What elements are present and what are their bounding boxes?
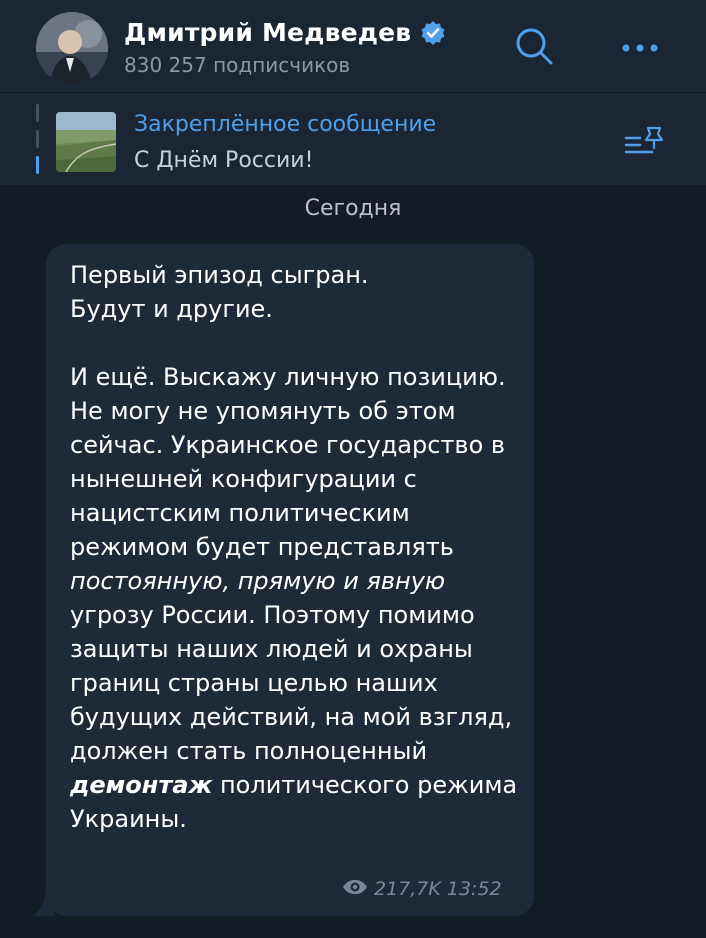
search-button[interactable] xyxy=(508,22,560,74)
pinned-thumbnail xyxy=(56,112,116,172)
pinned-indicator xyxy=(36,104,40,174)
date-separator: Сегодня xyxy=(304,196,402,221)
verified-badge-icon xyxy=(419,19,447,47)
message-text-segment: И ещё. Выскажу личную позицию. Не могу н… xyxy=(70,363,506,561)
more-dots-icon xyxy=(618,39,662,58)
avatar[interactable] xyxy=(36,12,108,84)
pinned-list-icon xyxy=(622,124,666,164)
views-eye-icon xyxy=(342,878,368,900)
view-count: 217,7K xyxy=(374,878,441,900)
message-text: Первый эпизод сыгран. Будут и другие. И … xyxy=(70,258,520,836)
message-italic-text: постоянную, прямую и явную xyxy=(70,567,446,595)
message-paragraph: И ещё. Выскажу личную позицию. Не могу н… xyxy=(70,360,520,836)
message-line: Будут и другие. xyxy=(70,295,273,323)
message-bold-text: демонтаж xyxy=(70,771,213,799)
channel-title[interactable]: Дмитрий Медведев xyxy=(124,18,411,47)
bubble-tail xyxy=(30,884,54,920)
pinned-label: Закреплённое сообщение xyxy=(134,112,437,137)
search-icon xyxy=(512,24,556,72)
message-text-segment: угрозу России. Поэтому помимо защиты наш… xyxy=(70,601,513,765)
message-time: 13:52 xyxy=(446,878,502,900)
title-row[interactable]: Дмитрий Медведев xyxy=(124,18,447,47)
subscriber-count: 830 257 подписчиков xyxy=(124,53,351,77)
pinned-preview-text: С Днём России! xyxy=(134,148,314,173)
message-line: Первый эпизод сыгран. xyxy=(70,261,369,289)
message-meta: 217,7K 13:52 xyxy=(342,878,502,900)
more-button[interactable] xyxy=(614,22,666,74)
pinned-list-button[interactable] xyxy=(618,124,670,164)
